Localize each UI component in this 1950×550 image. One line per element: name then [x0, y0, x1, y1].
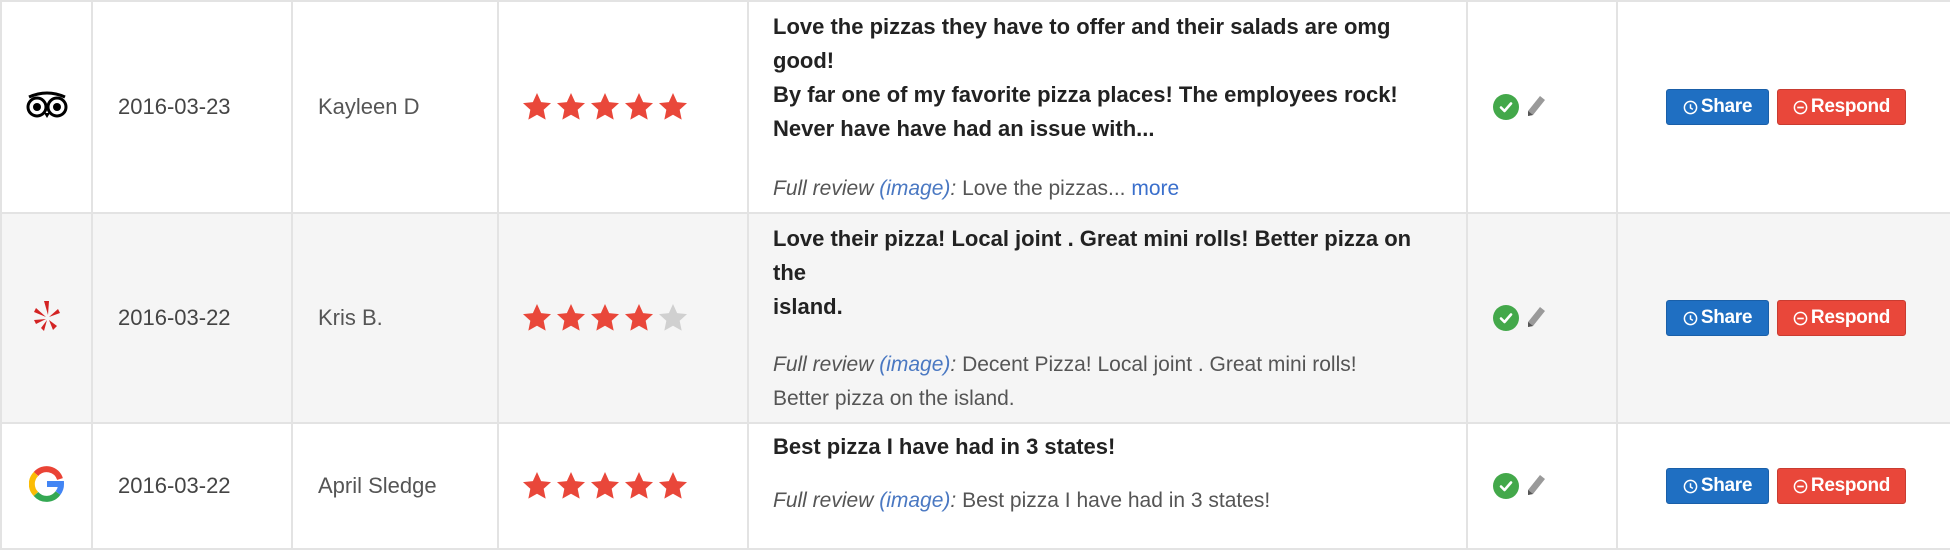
edit-pencil-icon[interactable]: [1525, 94, 1547, 120]
review-date: 2016-03-22: [91, 212, 293, 424]
share-label: Share: [1700, 475, 1753, 496]
share-icon: [1683, 311, 1698, 326]
status-cell: [1466, 0, 1618, 214]
star-filled-icon: [625, 93, 653, 120]
reviews-table: 2016-03-23 Kayleen D Love the pizzas the…: [0, 0, 1950, 550]
full-review: Full review (image): Best pizza I have h…: [773, 484, 1446, 518]
star-filled-icon: [659, 93, 687, 120]
star-filled-icon: [557, 93, 585, 120]
status-cell: [1466, 212, 1618, 424]
star-rating: [521, 91, 747, 123]
full-review-text: Best pizza I have had in 3 states!: [962, 489, 1271, 512]
yelp-icon: [32, 299, 62, 338]
star-filled-icon: [523, 93, 551, 120]
summary-line: Love their pizza! Local joint . Great mi…: [773, 226, 1412, 285]
rating-cell: [497, 212, 749, 424]
check-icon: [1493, 305, 1519, 331]
summary-line: Never have have had an issue with...: [773, 116, 1155, 141]
full-review: Full review (image): Love the pizzas... …: [773, 172, 1446, 206]
table-row: 2016-03-22 April Sledge Best pizza I hav…: [0, 422, 1950, 550]
review-summary: Love their pizza! Local joint . Great mi…: [773, 222, 1446, 324]
respond-icon: [1793, 311, 1808, 326]
tripadvisor-icon: [25, 91, 69, 124]
full-review-label: Full review: [773, 489, 874, 512]
image-link[interactable]: (image): [879, 489, 950, 512]
source-cell: [0, 422, 93, 550]
full-review-text: Better pizza on the island.: [773, 387, 1015, 410]
more-link[interactable]: more: [1131, 177, 1179, 200]
full-review-separator: :: [950, 177, 957, 200]
star-filled-icon: [625, 304, 653, 331]
review-date: 2016-03-23: [91, 0, 293, 214]
review-text-cell: Best pizza I have had in 3 states! Full …: [747, 422, 1468, 550]
source-cell: [0, 0, 93, 214]
respond-label: Respond: [1810, 475, 1891, 496]
respond-label: Respond: [1810, 307, 1891, 328]
respond-button[interactable]: Respond: [1777, 468, 1906, 504]
table-row: 2016-03-22 Kris B. Love their pizza! Loc…: [0, 212, 1950, 424]
actions-cell: Share Respond: [1616, 212, 1950, 424]
summary-line: Best pizza I have had in 3 states!: [773, 434, 1116, 459]
respond-button[interactable]: Respond: [1777, 300, 1906, 336]
edit-pencil-icon[interactable]: [1525, 305, 1547, 331]
summary-line: island.: [773, 294, 843, 319]
share-icon: [1683, 100, 1698, 115]
full-review-text: Love the pizzas...: [962, 177, 1126, 200]
share-button[interactable]: Share: [1666, 89, 1769, 125]
star-filled-icon: [523, 304, 551, 331]
share-button[interactable]: Share: [1666, 468, 1769, 504]
respond-button[interactable]: Respond: [1777, 89, 1906, 125]
reviewer-name: April Sledge: [291, 422, 499, 550]
full-review-separator: :: [950, 353, 957, 376]
review-text-cell: Love their pizza! Local joint . Great mi…: [747, 212, 1468, 424]
share-label: Share: [1700, 307, 1753, 328]
share-label: Share: [1700, 96, 1753, 117]
status-cell: [1466, 422, 1618, 550]
full-review-label: Full review: [773, 353, 874, 376]
full-review-label: Full review: [773, 177, 874, 200]
star-filled-icon: [557, 304, 585, 331]
star-rating: [521, 470, 747, 502]
reviewer-name: Kris B.: [291, 212, 499, 424]
star-filled-icon: [523, 472, 551, 499]
check-icon: [1493, 473, 1519, 499]
full-review-separator: :: [950, 489, 957, 512]
reviewer-name: Kayleen D: [291, 0, 499, 214]
check-icon: [1493, 94, 1519, 120]
table-row: 2016-03-23 Kayleen D Love the pizzas the…: [0, 0, 1950, 214]
star-filled-icon: [591, 93, 619, 120]
google-icon: [28, 465, 65, 507]
respond-icon: [1793, 479, 1808, 494]
review-summary: Love the pizzas they have to offer and t…: [773, 10, 1446, 146]
rating-cell: [497, 422, 749, 550]
actions-cell: Share Respond: [1616, 0, 1950, 214]
star-empty-icon: [659, 304, 687, 331]
edit-pencil-icon[interactable]: [1525, 473, 1547, 499]
full-review-text: Decent Pizza! Local joint . Great mini r…: [962, 353, 1357, 376]
rating-cell: [497, 0, 749, 214]
respond-icon: [1793, 100, 1808, 115]
image-link[interactable]: (image): [879, 177, 950, 200]
review-date: 2016-03-22: [91, 422, 293, 550]
actions-cell: Share Respond: [1616, 422, 1950, 550]
source-cell: [0, 212, 93, 424]
star-filled-icon: [591, 472, 619, 499]
share-button[interactable]: Share: [1666, 300, 1769, 336]
star-filled-icon: [591, 304, 619, 331]
respond-label: Respond: [1810, 96, 1891, 117]
share-icon: [1683, 479, 1698, 494]
image-link[interactable]: (image): [879, 353, 950, 376]
summary-line: Love the pizzas they have to offer and t…: [773, 14, 1391, 73]
star-filled-icon: [557, 472, 585, 499]
full-review: Full review (image): Decent Pizza! Local…: [773, 348, 1446, 416]
review-text-cell: Love the pizzas they have to offer and t…: [747, 0, 1468, 214]
review-summary: Best pizza I have had in 3 states!: [773, 430, 1446, 464]
star-filled-icon: [625, 472, 653, 499]
star-rating: [521, 302, 747, 334]
summary-line: By far one of my favorite pizza places! …: [773, 82, 1398, 107]
star-filled-icon: [659, 472, 687, 499]
